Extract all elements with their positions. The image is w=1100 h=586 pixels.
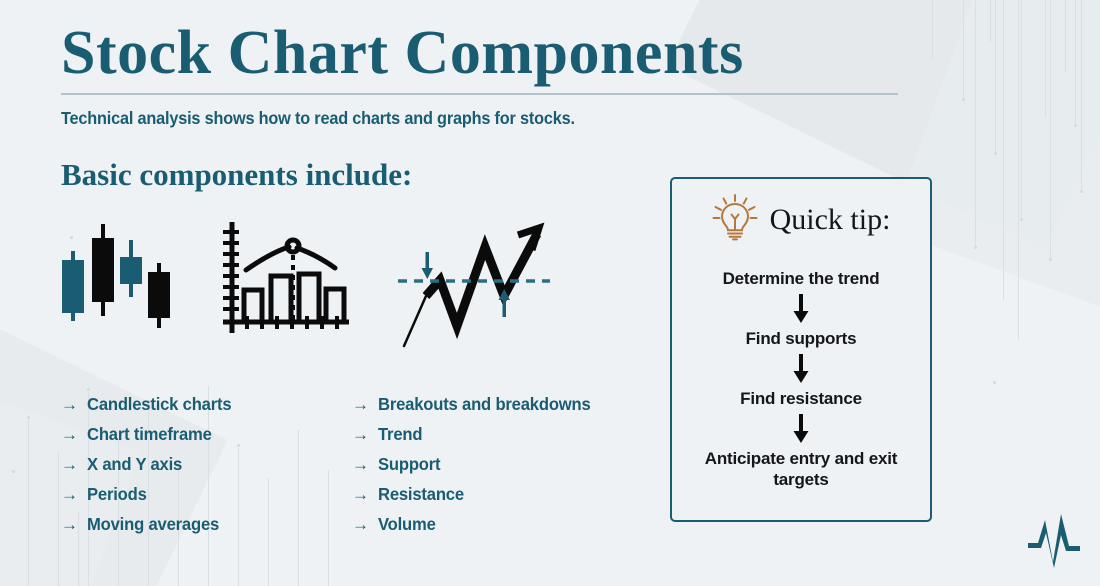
flow-step: Determine the trend <box>722 269 880 288</box>
decorative-line <box>58 452 59 586</box>
decorative-dot <box>1074 124 1077 127</box>
list-item-label: X and Y axis <box>87 454 183 474</box>
list-item[interactable]: → Moving averages <box>61 514 239 544</box>
arrow-down-icon <box>672 354 930 384</box>
decorative-dot <box>12 470 15 473</box>
list-item[interactable]: → Periods <box>61 484 239 514</box>
list-item-label: Support <box>378 454 441 474</box>
list-item[interactable]: → Trend <box>352 424 602 454</box>
list-item-label: Volume <box>378 514 436 534</box>
decorative-line <box>995 0 996 152</box>
list-item-label: Moving averages <box>87 514 220 534</box>
decorative-line <box>298 430 299 586</box>
decorative-dot <box>27 416 30 419</box>
list-item[interactable]: → Support <box>352 454 602 484</box>
decorative-line <box>990 0 991 42</box>
decorative-line <box>1065 0 1066 72</box>
decorative-line <box>1075 0 1076 124</box>
page-title: Stock Chart Components <box>61 19 744 87</box>
decorative-line <box>1003 0 1004 300</box>
arrow-right-icon: → <box>352 425 369 444</box>
list-item[interactable]: → Breakouts and breakdowns <box>352 394 602 424</box>
list-item-label: Trend <box>378 424 423 444</box>
marketbeat-pulse-logo[interactable] <box>1026 509 1082 574</box>
arrow-right-icon: → <box>352 395 369 414</box>
decorative-dot <box>87 388 90 391</box>
arrow-down-icon <box>672 414 930 444</box>
decorative-dot <box>974 246 977 249</box>
decorative-line <box>28 420 29 586</box>
decorative-line <box>1045 0 1046 118</box>
arrow-down-icon <box>672 294 930 324</box>
decorative-line <box>328 470 329 586</box>
arrow-right-icon: → <box>61 455 78 474</box>
flow-step: Anticipate entry and exit targets <box>704 449 898 489</box>
decorative-line <box>1081 0 1082 190</box>
volume-bar-chart-icon <box>217 208 362 358</box>
arrow-right-icon: → <box>61 485 78 504</box>
list-item-label: Chart timeframe <box>87 424 212 444</box>
decorative-dot <box>993 381 996 384</box>
quick-tip-flow: Determine the trend Find supports Find r… <box>672 268 930 490</box>
list-item[interactable]: → X and Y axis <box>61 454 239 484</box>
arrow-right-icon: → <box>352 455 369 474</box>
quick-tip-card: Quick tip: Determine the trend Find supp… <box>670 177 932 522</box>
list-item[interactable]: → Candlestick charts <box>61 394 239 424</box>
components-list-column-one: → Candlestick charts → Chart timeframe →… <box>61 394 239 544</box>
lightbulb-icon <box>712 193 758 246</box>
decorative-line <box>932 0 933 60</box>
decorative-line <box>975 0 976 246</box>
flow-step: Find resistance <box>740 389 862 408</box>
title-divider <box>61 93 898 95</box>
decorative-line <box>268 478 269 586</box>
list-item-label: Candlestick charts <box>87 394 232 414</box>
arrow-right-icon: → <box>61 395 78 414</box>
list-item[interactable]: → Volume <box>352 514 602 544</box>
decorative-line <box>1018 0 1019 340</box>
decorative-dot <box>1049 258 1052 261</box>
section-heading: Basic components include: <box>61 157 413 192</box>
arrow-right-icon: → <box>61 425 78 444</box>
page-subtitle: Technical analysis shows how to read cha… <box>61 108 575 128</box>
decorative-line <box>1050 0 1051 258</box>
decorative-dot <box>994 152 997 155</box>
quick-tip-header: Quick tip: <box>672 193 930 246</box>
list-item[interactable]: → Chart timeframe <box>61 424 239 454</box>
candlestick-chart-icon <box>52 212 202 357</box>
arrow-right-icon: → <box>352 515 369 534</box>
decorative-line <box>963 0 964 98</box>
decorative-dot <box>962 98 965 101</box>
flow-step: Find supports <box>745 329 857 348</box>
list-item-label: Periods <box>87 484 147 504</box>
slide-canvas: Stock Chart Components Technical analysi… <box>0 0 1100 586</box>
decorative-line <box>1021 0 1022 218</box>
decorative-dot <box>1020 218 1023 221</box>
list-item[interactable]: → Resistance <box>352 484 602 514</box>
arrow-right-icon: → <box>61 515 78 534</box>
decorative-dot <box>1080 190 1083 193</box>
list-item-label: Resistance <box>378 484 464 504</box>
list-item-label: Breakouts and breakdowns <box>378 394 591 414</box>
breakout-trendline-icon <box>382 208 567 358</box>
arrow-right-icon: → <box>352 485 369 504</box>
components-list-column-two: → Breakouts and breakdowns → Trend → Sup… <box>352 394 602 544</box>
quick-tip-title: Quick tip: <box>769 202 891 236</box>
